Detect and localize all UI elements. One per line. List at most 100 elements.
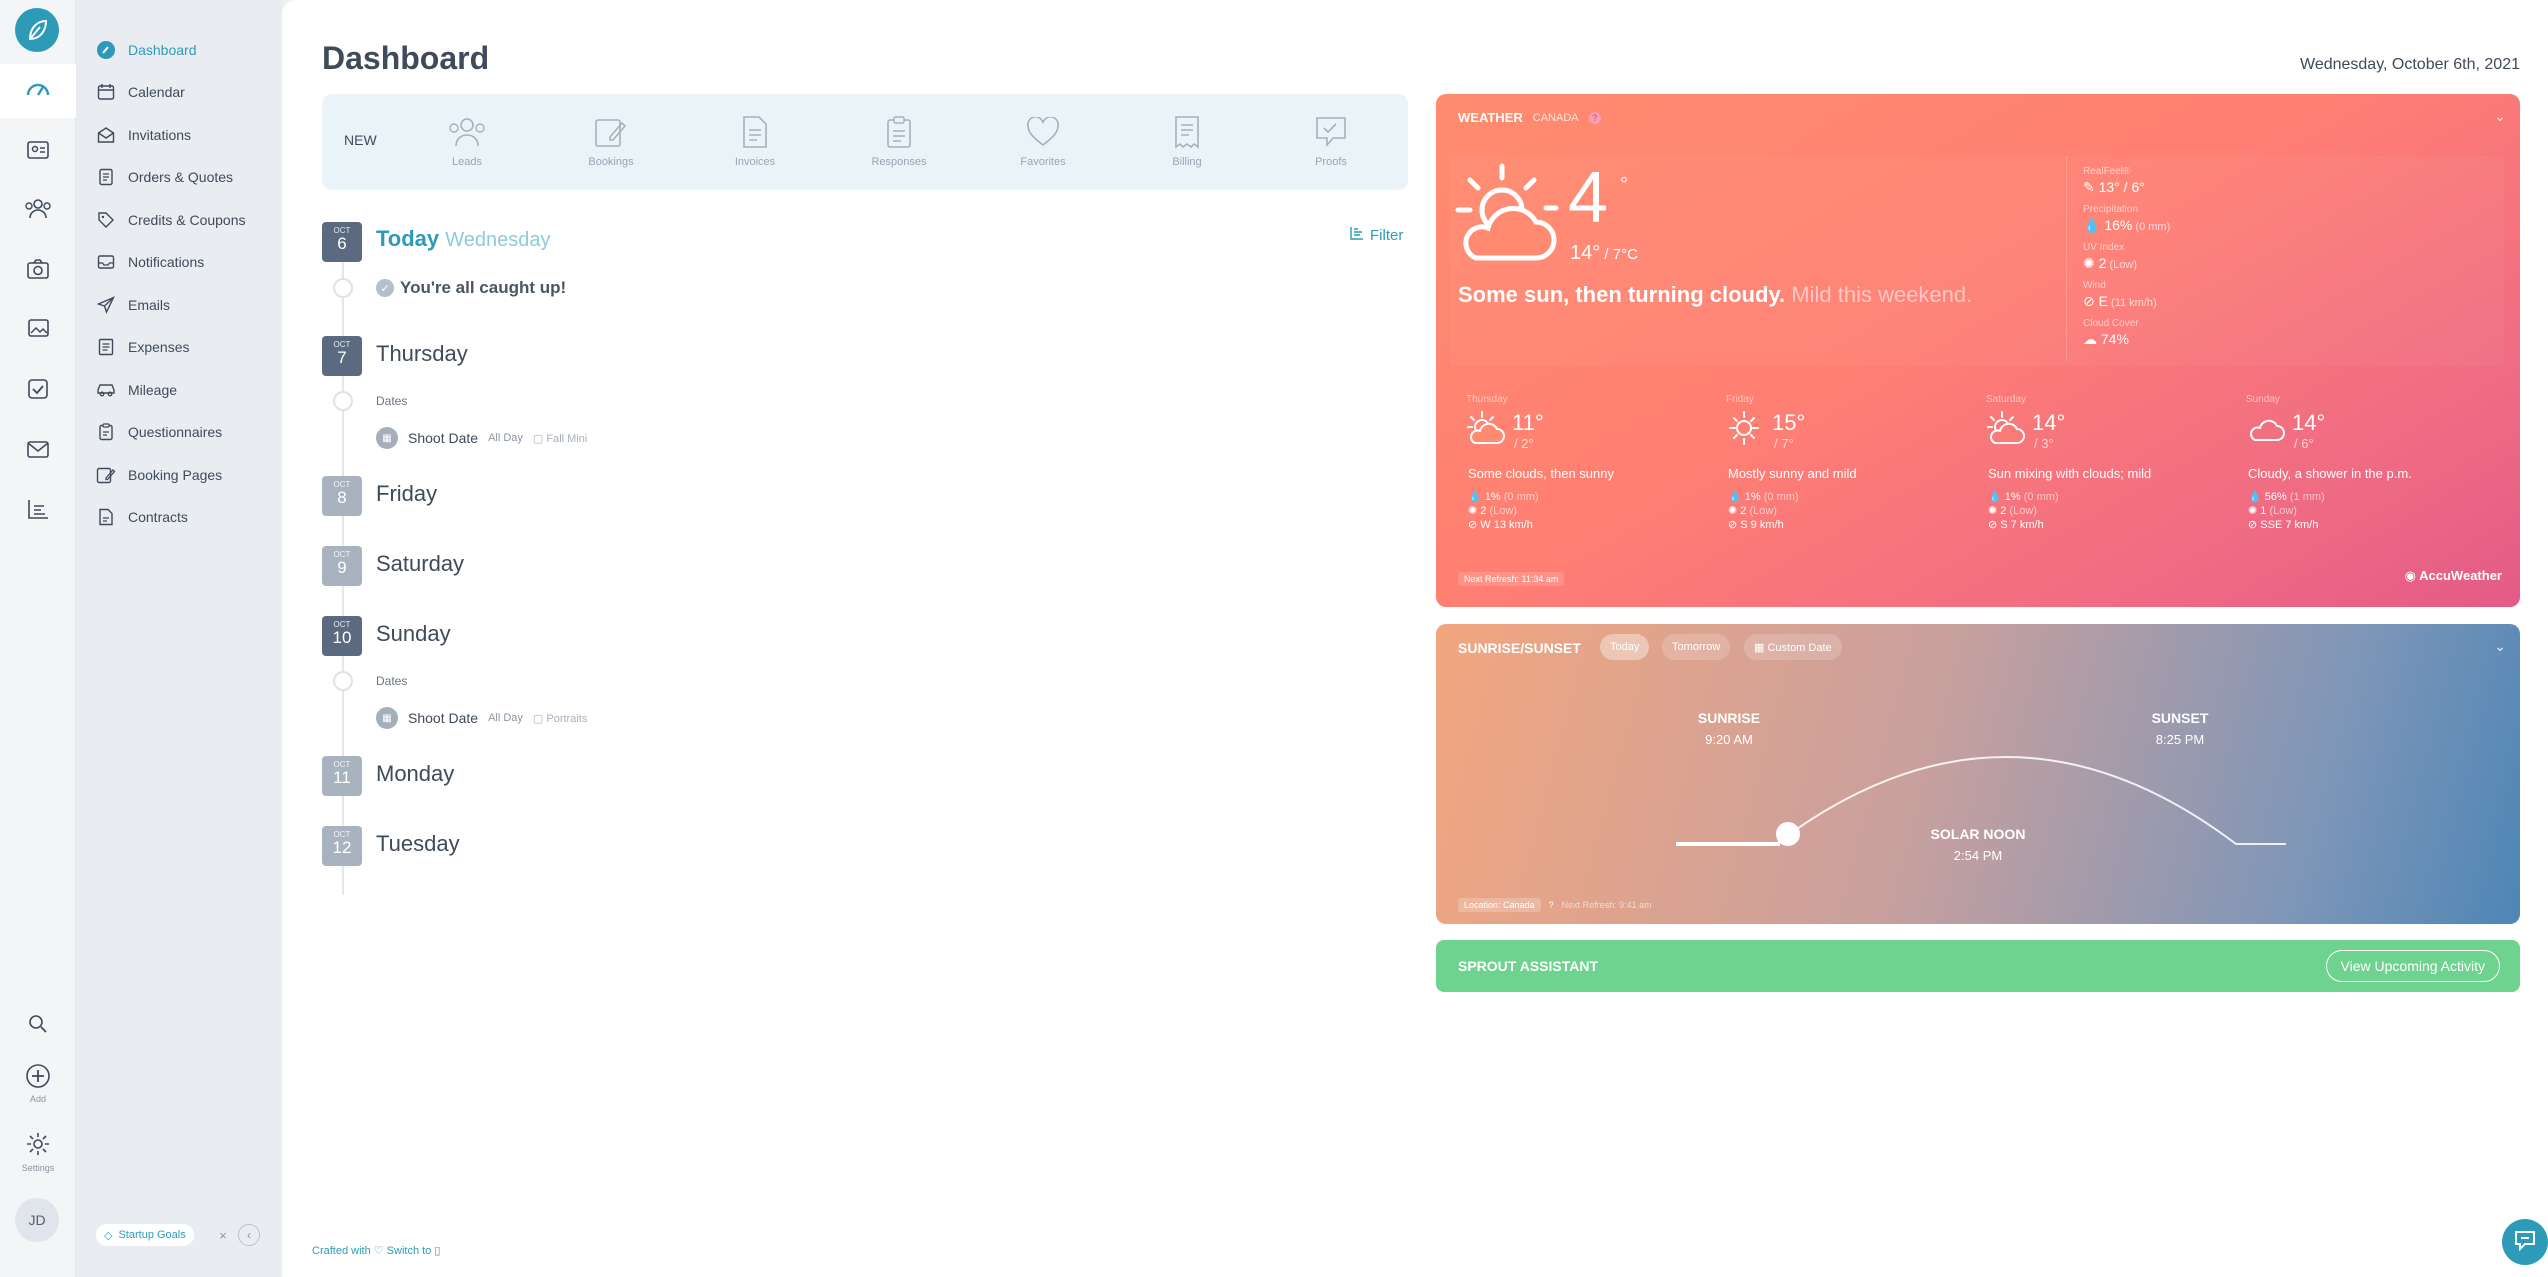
- tab-tomorrow[interactable]: Tomorrow: [1662, 634, 1731, 660]
- forecast-precip: 💧 1% (0 mm): [1468, 491, 1539, 503]
- sidebar-item-calendar[interactable]: Calendar: [96, 77, 185, 107]
- forecast-day-name: Saturday: [1986, 394, 2027, 405]
- sidebar-item-questionnaires[interactable]: Questionnaires: [96, 417, 222, 447]
- sidebar-item-emails[interactable]: Emails: [96, 290, 170, 320]
- new-proof-button[interactable]: Proofs: [1276, 112, 1386, 176]
- new-lead-button[interactable]: Leads: [412, 112, 522, 176]
- settings-gear-icon[interactable]: [22, 1128, 54, 1160]
- accuweather-logo[interactable]: ◉ AccuWeather: [2405, 568, 2502, 584]
- day-title-thursday: Thursday: [376, 341, 468, 366]
- day-title-today: Today Wednesday: [376, 226, 551, 252]
- help-icon[interactable]: ?: [1549, 900, 1554, 910]
- sidebar-item-invitations[interactable]: Invitations: [96, 120, 191, 150]
- task-check-icon[interactable]: [22, 373, 54, 405]
- filter-button[interactable]: Filter: [1350, 226, 1403, 244]
- event-shoot-date-portraits[interactable]: ▦ Shoot Date All Day ▢ Portraits: [376, 706, 587, 730]
- chat-bubble-icon: [2513, 1229, 2537, 1256]
- chat-support-button[interactable]: [2502, 1219, 2548, 1265]
- stat-uv-index: UV Index ✺ 2 (Low): [2083, 242, 2137, 272]
- sidebar-item-dashboard[interactable]: Dashboard: [96, 35, 197, 65]
- contacts-icon[interactable]: [22, 134, 54, 166]
- add-caption: Add: [29, 1094, 46, 1104]
- stat-value: 16%: [2104, 217, 2133, 233]
- startup-goals-chip[interactable]: ◇ Startup Goals: [96, 1224, 194, 1246]
- gallery-icon[interactable]: [22, 313, 54, 345]
- user-avatar[interactable]: JD: [15, 1198, 59, 1242]
- crafted-footer[interactable]: Crafted with ♡ Switch to ▯: [312, 1244, 440, 1257]
- event-shoot-date-fall-mini[interactable]: ▦ Shoot Date All Day ▢ Fall Mini: [376, 426, 587, 450]
- stat-value: E: [2098, 293, 2108, 309]
- sidebar-item-booking-pages[interactable]: Booking Pages: [96, 460, 222, 490]
- sidebar-item-label: Credits & Coupons: [128, 212, 246, 228]
- event-title: Shoot Date: [408, 430, 479, 446]
- icon-rail: Add Settings JD: [0, 0, 76, 1277]
- forecast-uv: ✺ 2 (Low): [1728, 505, 1777, 517]
- new-item-label: Proofs: [1315, 156, 1347, 168]
- badge-month: OCT: [333, 226, 351, 235]
- cloud-icon: ☁: [2083, 331, 2097, 347]
- chevron-down-icon[interactable]: ⌄: [2494, 638, 2506, 655]
- sidebar-item-label: Orders & Quotes: [128, 169, 234, 185]
- sun-location: Location: Canada: [1458, 898, 1541, 912]
- mail-icon[interactable]: [22, 433, 54, 465]
- tab-today[interactable]: Today: [1600, 634, 1650, 660]
- add-icon[interactable]: [22, 1060, 54, 1092]
- event-title: Shoot Date: [408, 710, 479, 726]
- sunset-info: SUNSET 8:25 PM: [2100, 710, 2260, 747]
- new-item-label: Favorites: [1020, 156, 1066, 168]
- wind-value: W 13 km/h: [1480, 519, 1533, 531]
- search-icon[interactable]: [22, 1008, 54, 1040]
- collapse-sidebar-button[interactable]: ‹: [238, 1224, 260, 1246]
- sun-card-footer: Location: Canada ? Next Refresh: 9:41 am: [1458, 898, 1652, 912]
- sidebar-item-label: Emails: [128, 297, 171, 313]
- sidebar-item-label: Invitations: [128, 127, 192, 143]
- new-response-button[interactable]: Responses: [844, 112, 954, 176]
- sidebar-item-label: Dashboard: [128, 42, 197, 58]
- stat-value-row: ☁ 74%: [2083, 331, 2139, 348]
- sidebar-item-label: Notifications: [128, 254, 205, 270]
- caught-up-message: ✓ You're all caught up!: [376, 278, 566, 298]
- timeline-dot: [333, 391, 353, 411]
- dashboard-icon[interactable]: [22, 74, 54, 106]
- sidebar-item-credits-coupons[interactable]: Credits & Coupons: [96, 205, 246, 235]
- camera-icon[interactable]: [22, 253, 54, 285]
- forecast-precip: 💧 1% (0 mm): [1988, 491, 2059, 503]
- sidebar-item-orders-quotes[interactable]: Orders & Quotes: [96, 162, 233, 192]
- day-badge-oct-6: OCT 6: [322, 222, 362, 262]
- help-icon[interactable]: ?: [1588, 111, 1601, 124]
- users-icon[interactable]: [22, 193, 54, 225]
- chevron-down-icon[interactable]: ⌄: [2494, 108, 2506, 125]
- tab-custom-date[interactable]: ▦ Custom Date: [1744, 634, 1842, 660]
- precip-value: 1%: [1744, 491, 1761, 503]
- badge-month: OCT: [333, 830, 351, 839]
- new-invoice-button[interactable]: Invoices: [700, 112, 810, 176]
- precip-mm: (0 mm): [1760, 491, 1799, 503]
- cloud-icon: [2246, 410, 2286, 451]
- forecast-wind: ⊘ S 9 km/h: [1728, 519, 1784, 531]
- sidebar-item-notifications[interactable]: Notifications: [96, 247, 204, 277]
- day-title-saturday: Saturday: [376, 551, 465, 576]
- goals-close-button[interactable]: ×: [212, 1224, 234, 1246]
- new-booking-button[interactable]: Bookings: [556, 112, 666, 176]
- precip-value: 1%: [1484, 491, 1501, 503]
- new-billing-button[interactable]: Billing: [1132, 112, 1242, 176]
- day-title-sunday: Sunday: [376, 621, 451, 646]
- badge-month: OCT: [333, 340, 351, 349]
- reports-icon[interactable]: [22, 493, 54, 525]
- forecast-high: 15°: [1772, 410, 1806, 435]
- new-favorite-button[interactable]: Favorites: [988, 112, 1098, 176]
- uv-text: (Low): [2266, 505, 2297, 517]
- new-item-label: Responses: [871, 156, 927, 168]
- new-item-label: Leads: [452, 156, 482, 168]
- forecast-desc: Mostly sunny and mild: [1728, 466, 1857, 481]
- sidebar-item-mileage[interactable]: Mileage: [96, 375, 177, 405]
- sidebar-item-expenses[interactable]: Expenses: [96, 332, 189, 362]
- degree-symbol: °: [1620, 174, 1628, 196]
- weather-title: WEATHER: [1458, 110, 1523, 125]
- view-upcoming-activity-button[interactable]: View Upcoming Activity: [2325, 950, 2500, 982]
- uv-text: (Low): [2006, 505, 2037, 517]
- badge-day: 10: [332, 628, 352, 647]
- app-logo-icon[interactable]: [15, 8, 59, 52]
- forecast-day-thursday: Thursday 11° / 2° Some clouds, then sunn…: [1466, 394, 1716, 531]
- sidebar-item-contracts[interactable]: Contracts: [96, 502, 188, 532]
